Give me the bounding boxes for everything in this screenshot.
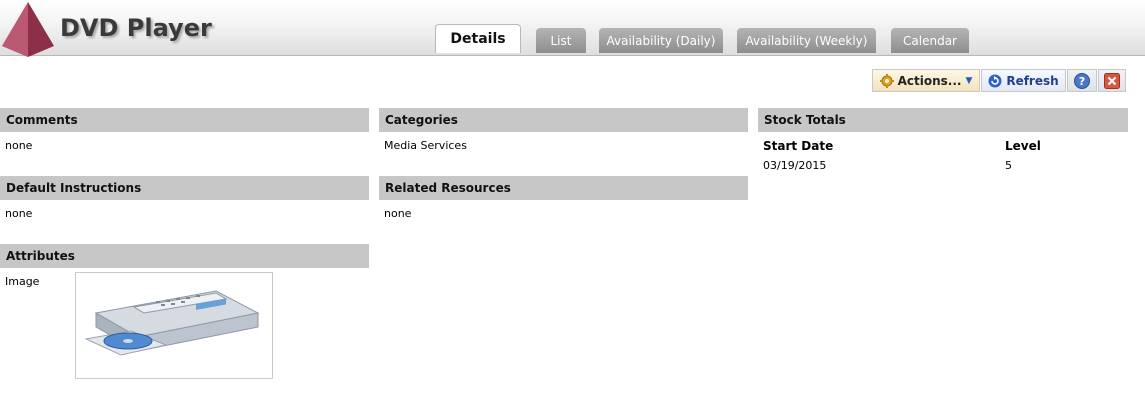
attributes-panel: Attributes Image — [0, 244, 369, 379]
refresh-icon — [988, 74, 1002, 87]
refresh-button[interactable]: Refresh — [981, 69, 1066, 92]
app-header: DVD Player Details List Availability (Da… — [0, 0, 1145, 57]
tab-availability-weekly[interactable]: Availability (Weekly) — [737, 28, 876, 53]
comments-header: Comments — [0, 108, 369, 132]
default-instructions-header: Default Instructions — [0, 176, 369, 200]
tab-availability-daily[interactable]: Availability (Daily) — [599, 28, 723, 53]
pyramid-logo-icon — [2, 2, 54, 57]
start-date-cell: 03/19/2015 — [763, 159, 827, 172]
help-button[interactable]: ? — [1067, 69, 1097, 92]
page-title: DVD Player — [60, 14, 212, 42]
actions-label: Actions... — [897, 73, 962, 88]
toolbar: Actions... ▼ Refresh ? — [872, 69, 1126, 92]
related-resources-header: Related Resources — [379, 176, 748, 200]
categories-header: Categories — [379, 108, 748, 132]
related-resources-panel: Related Resources none — [379, 176, 748, 220]
chevron-down-icon: ▼ — [965, 75, 973, 86]
svg-text:?: ? — [1079, 75, 1085, 88]
close-icon — [1104, 72, 1120, 89]
stock-totals-panel: Stock Totals Start Date Level 03/19/2015… — [758, 108, 1128, 175]
refresh-label: Refresh — [1006, 73, 1059, 88]
level-cell: 5 — [1005, 159, 1012, 172]
stock-totals-table: Start Date Level 03/19/2015 5 — [758, 132, 1128, 175]
categories-value: Media Services — [384, 139, 467, 152]
default-instructions-value: none — [5, 207, 33, 220]
related-resources-value: none — [384, 207, 412, 220]
column-header-start-date: Start Date — [763, 139, 834, 153]
tab-calendar[interactable]: Calendar — [891, 28, 969, 53]
column-header-level: Level — [1005, 139, 1041, 153]
close-button[interactable] — [1098, 69, 1126, 92]
tab-list[interactable]: List — [536, 28, 586, 53]
default-instructions-panel: Default Instructions none — [0, 176, 369, 220]
actions-button[interactable]: Actions... ▼ — [872, 69, 980, 92]
tab-details[interactable]: Details — [435, 24, 521, 53]
stock-totals-header: Stock Totals — [758, 108, 1128, 132]
comments-value: none — [5, 139, 33, 152]
categories-panel: Categories Media Services — [379, 108, 748, 152]
gear-icon — [879, 73, 894, 88]
comments-panel: Comments none — [0, 108, 369, 152]
help-icon: ? — [1074, 72, 1090, 89]
dvd-player-image[interactable] — [75, 272, 273, 379]
table-row: 03/19/2015 5 — [758, 156, 1128, 175]
attributes-header: Attributes — [0, 244, 369, 268]
attribute-label-image: Image — [5, 275, 40, 288]
